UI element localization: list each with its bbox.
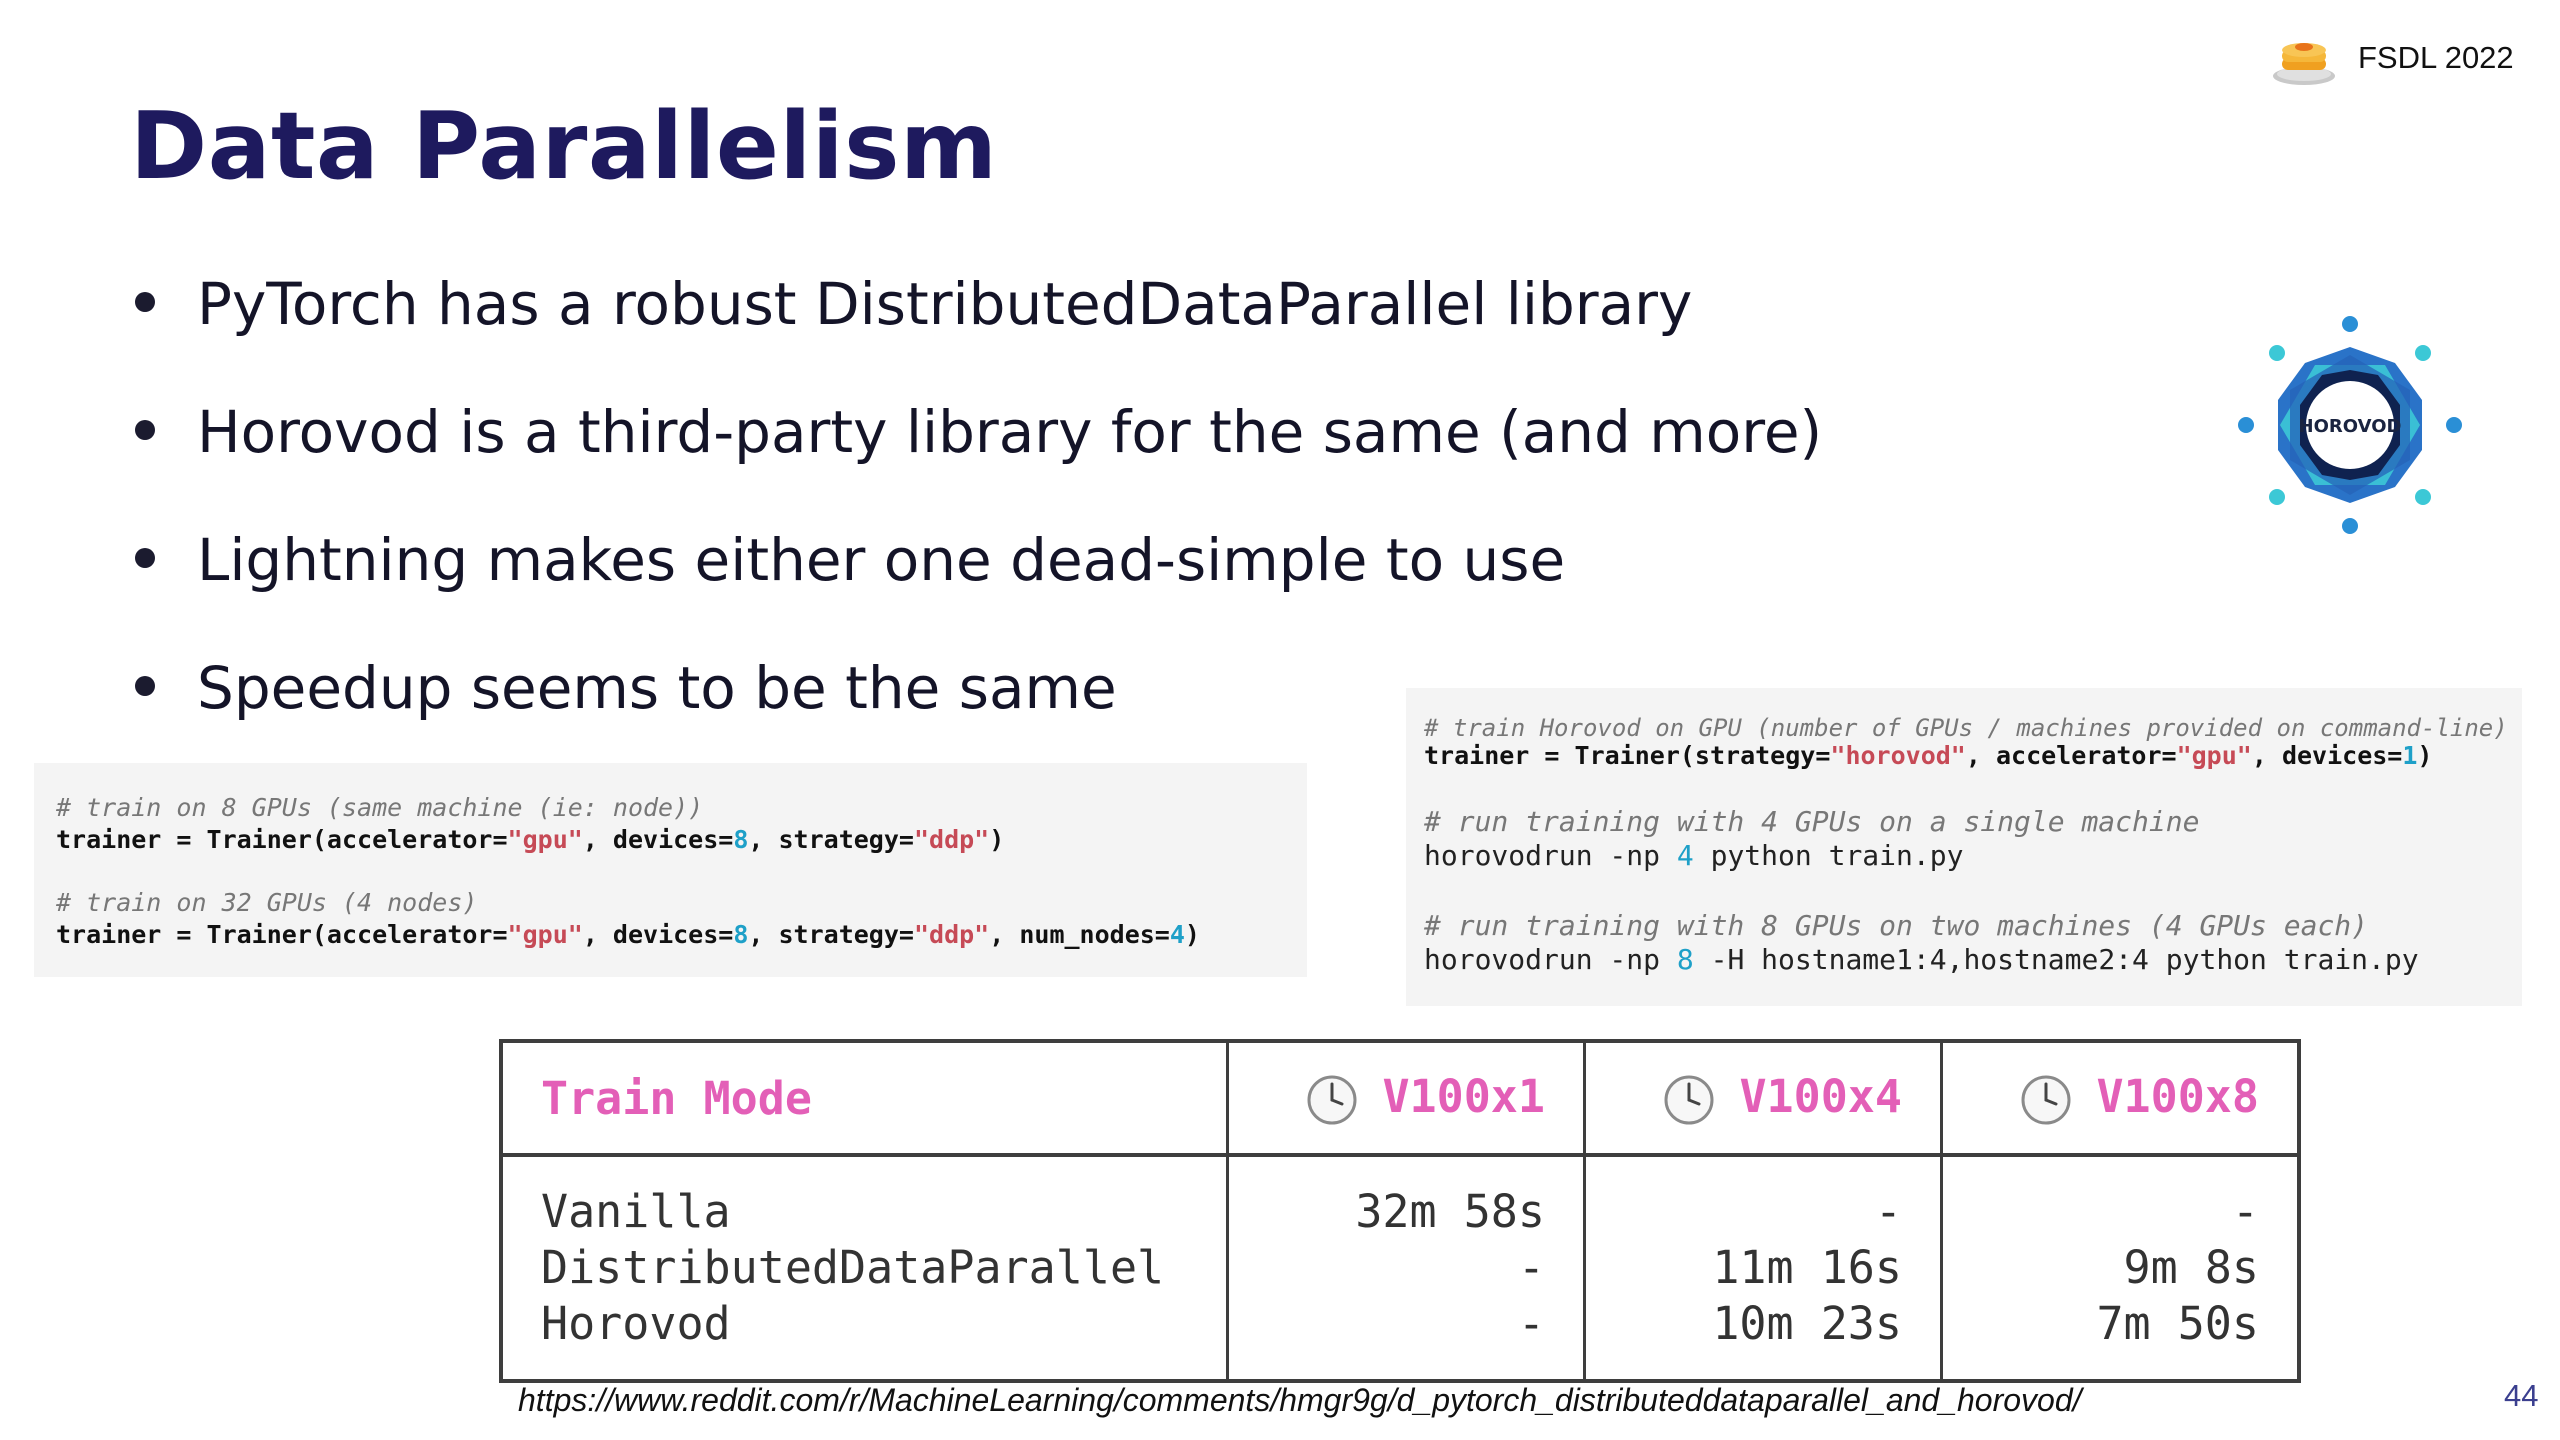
results-table: Train Mode V100x1 V100x4 V100x8 Vanilla …	[499, 1039, 2301, 1383]
table-header-row: Train Mode V100x1 V100x4 V100x8	[499, 1041, 2301, 1157]
code-comment: # train on 8 GPUs (same machine (ie: nod…	[56, 793, 704, 822]
cell-v100x1: 32m 58s - -	[1226, 1155, 1586, 1381]
table-body-row: Vanilla DistributedDataParallel Horovod …	[499, 1155, 2301, 1381]
cell-v100x4: - 11m 16s 10m 23s	[1583, 1155, 1943, 1381]
clock-icon	[1664, 1075, 1714, 1125]
header-v100x4: V100x4	[1583, 1041, 1943, 1157]
code-line: trainer = Trainer(accelerator="gpu", dev…	[56, 920, 1200, 949]
bullet-text: Lightning makes either one dead-simple t…	[197, 526, 1566, 594]
code-block-horovod: # train Horovod on GPU (number of GPUs /…	[1406, 688, 2522, 1006]
bullet-text: Speedup seems to be the same	[197, 654, 1117, 722]
cell-v100x8: - 9m 8s 7m 50s	[1940, 1155, 2301, 1381]
horovod-logo-text: HOROVOD	[2299, 416, 2402, 437]
header-v100x1: V100x1	[1226, 1041, 1586, 1157]
bullet-text: Horovod is a third-party library for the…	[197, 398, 1823, 466]
horovod-logo-icon: HOROVOD	[2238, 316, 2462, 534]
clock-icon	[2021, 1075, 2071, 1125]
header-train-mode: Train Mode	[499, 1041, 1229, 1157]
code-line: horovodrun -np 8 -H hostname1:4,hostname…	[1424, 943, 2419, 976]
bullet-dot	[135, 420, 155, 440]
bullet-dot	[135, 676, 155, 696]
bullet-text: PyTorch has a robust DistributedDataPara…	[197, 270, 1693, 338]
code-comment: # run training with 8 GPUs on two machin…	[1424, 909, 2369, 942]
page-number: 44	[2504, 1378, 2539, 1413]
bullet-dot	[135, 292, 155, 312]
pancake-stack-icon	[2273, 43, 2335, 85]
clock-icon	[1307, 1075, 1357, 1125]
code-line: trainer = Trainer(strategy="horovod", ac…	[1424, 741, 2433, 770]
brand-text: FSDL 2022	[2358, 40, 2514, 75]
header-v100x8: V100x8	[1940, 1041, 2301, 1157]
code-line: horovodrun -np 4 python train.py	[1424, 839, 1964, 872]
bullet-dot	[135, 548, 155, 568]
code-comment: # run training with 4 GPUs on a single m…	[1424, 805, 2200, 838]
slide-title: Data Parallelism	[130, 92, 998, 200]
code-comment: # train on 32 GPUs (4 nodes)	[56, 888, 478, 917]
code-block-lightning: # train on 8 GPUs (same machine (ie: nod…	[34, 763, 1307, 977]
cell-train-modes: Vanilla DistributedDataParallel Horovod	[499, 1155, 1229, 1381]
brand-header: FSDL 2022	[2270, 30, 2540, 90]
code-line: trainer = Trainer(accelerator="gpu", dev…	[56, 825, 1005, 854]
source-link[interactable]: https://www.reddit.com/r/MachineLearning…	[518, 1382, 2082, 1419]
